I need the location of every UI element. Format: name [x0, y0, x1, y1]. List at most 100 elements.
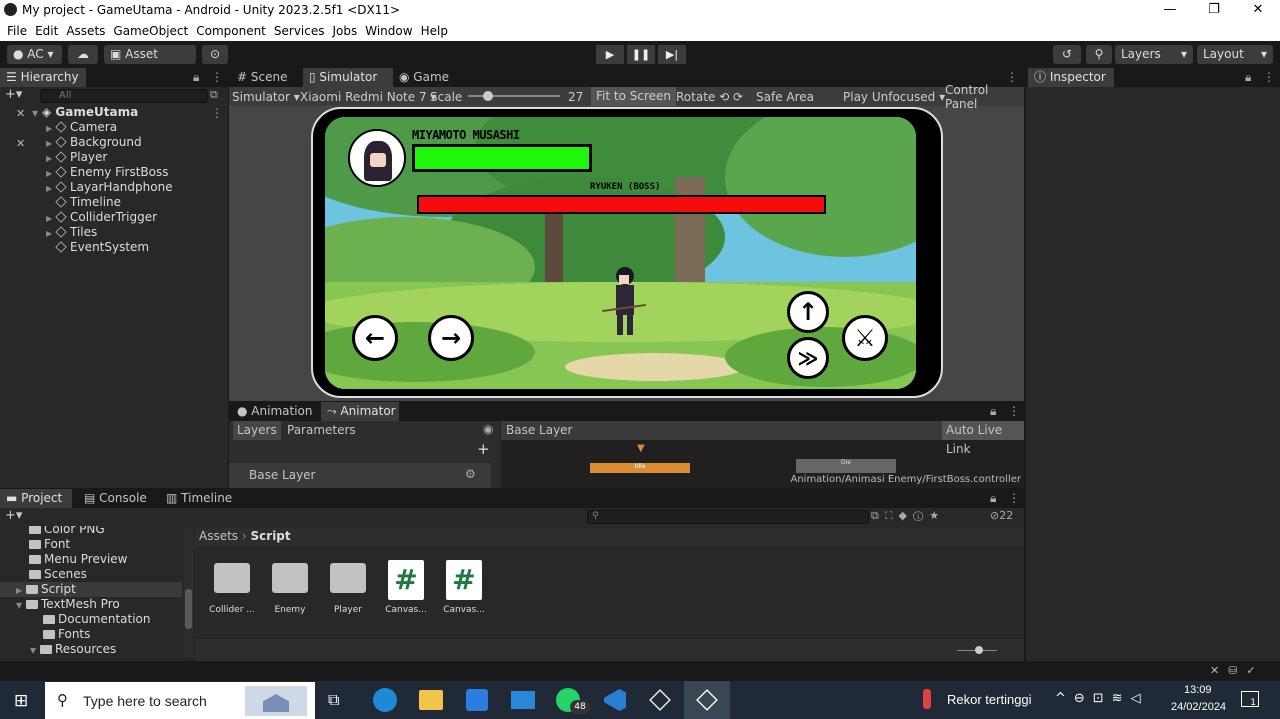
vscode-icon[interactable] [604, 689, 626, 711]
edge-icon[interactable] [373, 688, 397, 712]
project-search-input[interactable]: ⚲ [587, 510, 869, 524]
tab-game[interactable]: ◉ Game [393, 68, 463, 87]
kebab-icon[interactable]: ⋮ [211, 70, 223, 84]
hierarchy-search-input[interactable]: All [40, 89, 208, 103]
menu-assets[interactable]: Assets [66, 24, 105, 38]
safe-area-toggle[interactable]: Safe Area [756, 90, 814, 104]
project-lock-icon[interactable]: 🔒︎ [990, 491, 996, 506]
animator-lock-icon[interactable]: 🔒︎ [990, 404, 996, 419]
animator-menu-icon[interactable]: ⋮ [1008, 404, 1020, 418]
layout-dropdown[interactable]: Layout ▾ [1197, 45, 1273, 64]
asset-item[interactable]: Player [321, 560, 375, 615]
state-idle[interactable]: Idle [590, 463, 690, 473]
file-explorer-icon[interactable] [419, 690, 443, 710]
history-icon[interactable]: ↺ [1053, 45, 1081, 64]
tab-project[interactable]: ▬ Project [0, 489, 72, 508]
unity-editor-taskbar-item[interactable] [684, 681, 730, 719]
account-button[interactable]: ● AC ▾ [7, 45, 62, 64]
minimize-icon[interactable]: — [1148, 0, 1192, 21]
simulator-mode-dropdown[interactable]: Simulator ▾ [232, 90, 300, 104]
menu-help[interactable]: Help [421, 24, 448, 38]
add-icon[interactable]: +▾ [5, 87, 22, 102]
asset-item[interactable]: Collider ... [205, 560, 259, 615]
close-icon[interactable]: ✕ [1236, 0, 1280, 21]
auto-live-link-button[interactable]: Auto Live Link [942, 421, 1024, 456]
hierarchy-item[interactable]: ▶ LayarHandphone [46, 180, 173, 195]
breadcrumb-base-layer[interactable]: Base Layer [506, 423, 573, 437]
hierarchy-item[interactable]: ▶ ColliderTrigger [46, 210, 157, 225]
tab-timeline[interactable]: ▥ Timeline [160, 489, 236, 508]
tree-scrollbar[interactable] [184, 529, 193, 657]
layers-dropdown[interactable]: Layers ▾ [1115, 45, 1193, 64]
visibility-icon[interactable]: ✕ [16, 107, 25, 120]
menu-edit[interactable]: Edit [35, 24, 58, 38]
move-left-button[interactable]: ← [352, 315, 398, 361]
tab-simulator[interactable]: ▯ Simulator [303, 68, 393, 87]
pause-button[interactable]: ❚❚ [627, 45, 655, 64]
tab-console[interactable]: ▤ Console [78, 489, 154, 508]
tree-item[interactable]: Menu Preview [29, 552, 127, 567]
hierarchy-item[interactable]: Timeline [46, 195, 121, 210]
unity-hub-icon[interactable] [649, 689, 671, 711]
breadcrumb-assets[interactable]: Assets [199, 529, 238, 543]
mail-icon[interactable] [511, 691, 535, 709]
project-menu-icon[interactable]: ⋮ [1008, 491, 1020, 505]
play-button[interactable]: ▶ [596, 45, 624, 64]
tab-animator[interactable]: ⤳ Animator [321, 402, 399, 421]
eye-icon[interactable]: ◉ [483, 422, 493, 436]
hidden-count[interactable]: ⊘22 [990, 509, 1013, 522]
layer-row[interactable]: Base Layer [229, 463, 491, 488]
menu-component[interactable]: Component [196, 24, 266, 38]
tray-icons[interactable]: ^⊖⊡≋◁ [1055, 691, 1149, 706]
tab-inspector[interactable]: ⓘ Inspector [1028, 68, 1114, 87]
hierarchy-item[interactable]: ▶ Player [46, 150, 107, 165]
pick-icon[interactable]: ✕ [16, 137, 25, 150]
cloud-icon[interactable]: ☁ [68, 45, 98, 64]
inspector-menu-icon[interactable]: ⋮ [1263, 70, 1275, 84]
clock-date[interactable]: 24/02/2024 [1171, 701, 1226, 713]
asset-item[interactable]: # Canvas... [437, 560, 491, 615]
menu-services[interactable]: Services [274, 24, 325, 38]
tab-animation[interactable]: ● Animation [231, 402, 319, 421]
menu-file[interactable]: File [7, 24, 27, 38]
hierarchy-root[interactable]: ▼ ◈ GameUtama [32, 105, 138, 120]
tree-item[interactable]: Color PNG [29, 526, 105, 537]
play-mode-dropdown[interactable]: Play Unfocused ▾ [843, 90, 945, 104]
hierarchy-item[interactable]: EventSystem [46, 240, 149, 255]
lock-icon[interactable]: 🔒︎ [193, 70, 199, 85]
tab-hierarchy[interactable]: ☰ Hierarchy [0, 68, 86, 87]
tree-item[interactable]: Font [29, 537, 70, 552]
tree-item[interactable]: Scenes [29, 567, 87, 582]
asset-store-button[interactable]: ▣ Asset Store ▾ [104, 45, 196, 80]
asset-item[interactable]: Enemy [263, 560, 317, 615]
weather-text[interactable]: Rekor tertinggi [947, 692, 1032, 707]
fit-to-screen-button[interactable]: Fit to Screen [591, 87, 676, 106]
root-menu-icon[interactable]: ⋮ [211, 106, 223, 120]
inspector-lock-icon[interactable]: 🔒︎ [1245, 70, 1251, 85]
move-right-button[interactable]: → [428, 315, 474, 361]
layers-tab[interactable]: Layers [233, 421, 281, 440]
game-screen[interactable]: MIYAMOTO MUSASHI RYUKEN (BOSS) ← → ↑ ⚔ ≫ [325, 117, 916, 389]
status-icons[interactable]: ✕⛁✓ [1210, 664, 1265, 677]
step-button[interactable]: ▶| [658, 45, 686, 64]
icon-size-handle[interactable] [975, 646, 983, 654]
jump-button[interactable]: ↑ [787, 291, 829, 333]
state-die[interactable]: Die [796, 459, 896, 473]
tree-item[interactable]: Fonts [43, 627, 90, 642]
scene-search-icon[interactable]: ⧉ [210, 88, 218, 102]
tree-item[interactable]: ▼ TextMesh Pro [16, 597, 120, 612]
asset-item[interactable]: # Canvas... [379, 560, 433, 615]
search-icon[interactable]: ⚲ [1086, 45, 1112, 64]
menu-gameobject[interactable]: GameObject [113, 24, 188, 38]
parameters-tab[interactable]: Parameters [283, 421, 360, 440]
hierarchy-item[interactable]: ▶ Background [46, 135, 142, 150]
tree-item[interactable]: Documentation [43, 612, 151, 627]
layer-gear-icon[interactable]: ⚙ [465, 467, 476, 481]
tree-item-selected[interactable]: ▶ Script [0, 582, 182, 597]
device-dropdown[interactable]: Xiaomi Redmi Note 7 ▾ [300, 90, 436, 104]
project-add-icon[interactable]: +▾ [5, 508, 22, 523]
control-panel-button[interactable]: Control Panel [945, 83, 1024, 111]
collab-icon[interactable]: ⊙ [202, 45, 228, 64]
scale-slider[interactable] [468, 95, 560, 97]
hierarchy-item[interactable]: ▶ Enemy FirstBoss [46, 165, 169, 180]
